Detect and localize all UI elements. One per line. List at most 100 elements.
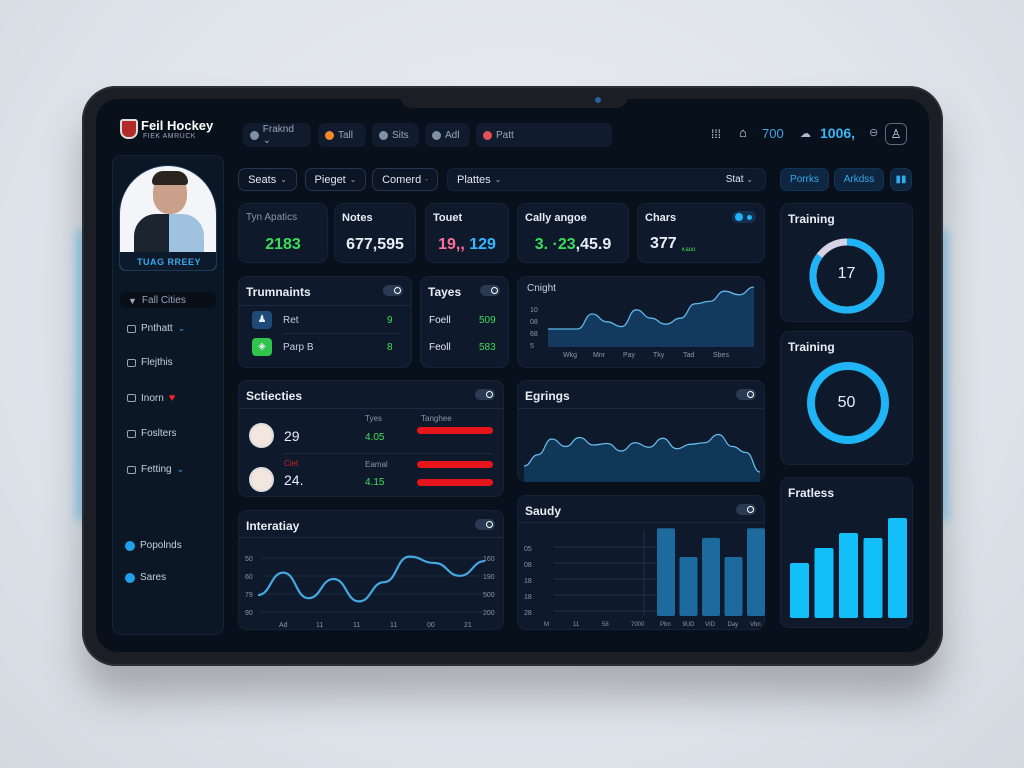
sidebar-item-fetting[interactable]: Fetting ⌄ [127,464,184,475]
panel-toggle[interactable] [383,285,403,296]
nav-pill-tall[interactable]: Tall [318,123,366,147]
x-tick-label: 11 [316,622,323,629]
stat-card-chars: Chars 377 ∧auo [637,203,765,263]
player-jersey [134,214,204,254]
training-panel-1: Training 17 [780,203,913,322]
chars-toggle[interactable] [732,211,756,223]
camera-icon [595,97,601,103]
pieget-dropdown[interactable]: Pieget ⌄ [305,168,366,191]
sidebar-item-label: Pnthatt [141,323,173,334]
x-tick-label: Wkg [563,352,577,359]
x-tick-label: Pay [623,352,636,359]
nav-pill-label: Sits [392,129,409,141]
panel-toggle[interactable] [475,389,495,400]
row-sub-label: Eamal [365,460,388,469]
x-tick-label: 11 [353,622,360,629]
plattes-dropdown[interactable]: Plattes ⌄ Stat ⌄ [447,168,766,191]
area-fill [548,287,754,347]
x-tick-label: Tad [683,352,694,359]
stat-selector[interactable]: Stat ⌄ [726,174,753,185]
line-series [257,555,486,603]
x-tick-label: Mnr [593,352,606,359]
panel-toggle[interactable] [480,285,500,296]
selections-panel: Sctiecties Tyes Tanghee 29 4.05 Ciet Eam… [238,380,504,497]
bar [679,557,698,616]
chevron-down-icon: ⌄ [177,323,186,333]
stat-label: Cally angoe [525,212,587,224]
y-tick-label: 79 [245,592,253,599]
points-icon [125,540,135,551]
nav-pill-sits[interactable]: Sits [372,123,419,147]
sidebar-item-foslters[interactable]: Foslters [127,428,177,439]
chevron-down-icon: ⌄ [176,464,185,474]
profile-photo: TUAG RREEY [119,165,217,271]
y-tick-label-right: 200 [483,610,495,617]
tournaments-panel: Trumnaints ♟ Ret 9 ◈ Parp B 8 [238,276,412,368]
chevron-down-icon: ⌄ [494,175,502,184]
row-value: 509 [479,315,496,326]
globe-icon [250,130,259,140]
cnight-chart-panel: Cnight 10 08 68 5 Wkg Mnr Pay Tky Tad Sbes [517,276,765,368]
nav-pill-adl[interactable]: Adl [425,123,470,147]
camera-notch [400,94,628,108]
sidebar-item-sares[interactable]: Sares [125,572,166,583]
nav-pill-fraknd[interactable]: Fraknd ⌄ [243,123,311,147]
panel-title: Sctiecties [246,389,303,403]
x-tick-label: Sbes [713,352,729,359]
dropdown-label: Pieget [314,173,346,186]
sidebar-item-flejthis[interactable]: Flejthis [127,357,173,368]
row-value: 583 [479,342,496,353]
player-avatar[interactable] [249,467,274,492]
player-avatar[interactable] [249,423,274,448]
stat-value-a: 19,, [438,236,465,253]
trophy-icon: ♟ [252,311,272,329]
sidebar-item-fall-cities[interactable]: ▼ Fall Cities [128,295,186,306]
row-name: Parp B [283,342,314,353]
y-tick-label: 50 [245,556,253,563]
y-tick-label: 10 [530,307,538,314]
y-tick-label-right: 190 [483,574,495,581]
x-tick-label: M [544,622,549,628]
home-icon[interactable]: ⌂ [739,125,747,140]
x-tick-label: 00 [427,622,435,629]
panel-title: Trumnaints [246,285,311,299]
x-tick-label: Vbn [750,622,761,628]
cloud-icon: ☁ [800,128,811,140]
seats-dropdown[interactable]: Seats ⌄ [238,168,297,191]
x-tick-label: 21 [464,622,472,629]
sidebar-item-inorn[interactable]: Inorn ♥ [127,392,175,404]
porrks-button[interactable]: Porrks [780,168,829,191]
column-header: Tanghee [421,414,452,423]
grid-icon[interactable]: ⁞⁞⁞ [711,127,721,141]
y-tick-label-right: 500 [483,592,495,599]
saudy-chart: 05 08 18 18 28 M 11 58 7000 Pbn 9UD VID Day Vbn [524,528,765,628]
nav-pill-patt[interactable]: Patt [476,123,612,147]
stat-card-apatics: Tyn Apatics 2183 [238,203,328,263]
stat-value-b: 129 [469,236,496,253]
user-avatar-icon[interactable]: ♙ [885,123,907,145]
sidebar-item-pnthatt[interactable]: Pnthatt ⌄ [127,323,185,334]
chevron-down-icon: ⌄ [746,175,753,184]
row-name: Foell [429,315,451,326]
toggle-dot [747,214,752,220]
minus-circle-icon[interactable]: ⊖ [869,126,878,139]
sidebar-item-label: Fetting [141,464,172,475]
row-value: 29 [284,428,300,444]
bar [888,518,907,618]
sidebar-item-popolnds[interactable]: Popolnds [125,540,182,551]
bar-chart-button[interactable]: ▮▮ [890,168,912,191]
badge-icon [483,130,492,140]
panel-title: Training [788,340,835,354]
x-tick-label: 58 [602,622,609,628]
x-tick-label: VID [705,622,716,628]
row-score: 4.15 [365,477,385,488]
arkdss-button[interactable]: Arkdss [834,168,884,191]
y-tick-label: 60 [245,574,253,581]
row-name: Feoll [429,342,451,353]
progress-bar [417,427,493,434]
y-tick-label: 18 [524,578,532,585]
comerd-dropdown[interactable]: Comerd - [372,168,438,191]
stat-value: 2183 [265,236,301,253]
bar [839,533,858,618]
x-tick-label: 11 [390,622,397,629]
